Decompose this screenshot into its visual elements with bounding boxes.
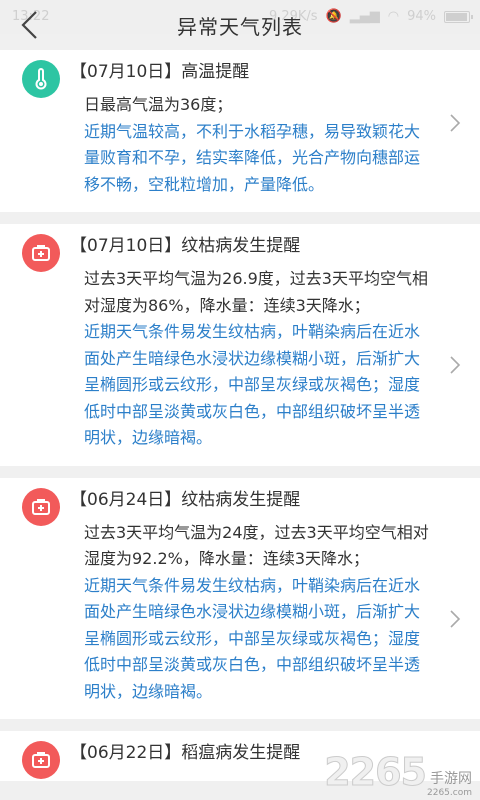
chevron-right-icon [448,112,462,134]
medical-kit-icon [22,487,60,526]
chevron-right-icon [448,608,462,630]
alert-conditions: 过去3天平均气温为24度，过去3天平均空气相对湿度为92.2%，降水量：连续3天… [84,522,429,569]
back-button[interactable] [14,8,48,42]
alert-advice: 近期气温较高，不利于水稻孕穗，易导致颖花大量败育和不孕，结实率降低，光合产物向穗… [84,121,421,194]
alert-title: 【07月10日】纹枯病发生提醒 [70,236,301,256]
alert-item[interactable]: 【07月10日】纹枯病发生提醒过去3天平均气温为26.9度，过去3天平均空气相对… [0,224,480,466]
alert-conditions: 过去3天平均气温为26.9度，过去3天平均空气相对湿度为86%，降水量：连续3天… [84,269,428,315]
chevron-right-icon [448,354,462,376]
alert-advice: 近期天气条件易发生纹枯病，叶鞘染病后在近水面处产生暗绿色水浸状边缘模糊小斑，后渐… [84,322,421,447]
watermark-url: 2265.com [427,788,472,798]
chevron-left-icon [21,11,37,39]
page-title: 异常天气列表 [177,14,303,39]
watermark-suffix: 手游网 [430,771,472,787]
alert-list: 【07月10日】高温提醒 日最高气温为36度； 近期气温较高，不利于水稻孕穗，易导致… [0,50,480,793]
alert-item[interactable]: 【07月10日】高温提醒 日最高气温为36度； 近期气温较高，不利于水稻孕穗，易导致… [0,50,480,212]
alert-advice: 近期天气条件易发生纹枯病，叶鞘染病后在近水面处产生暗绿色水浸状边缘模糊小斑，后渐… [84,575,421,701]
medical-kit-icon [22,234,60,272]
title-bar: 异常天气列表 [0,0,480,50]
medical-kit-icon [22,741,60,779]
watermark: 2265 手游网 2265.com [324,750,472,799]
alert-item[interactable]: 【06月24日】纹枯病发生提醒过去3天平均气温为24度，过去3天平均空气相对湿度… [0,477,480,719]
alert-conditions: 日最高气温为36度； [84,95,233,114]
watermark-brand: 2265 [324,750,428,795]
thermometer-icon [22,60,60,98]
alert-title: 【06月24日】纹枯病发生提醒 [70,489,301,510]
alert-title: 【07月10日】高温提醒 [70,62,250,82]
